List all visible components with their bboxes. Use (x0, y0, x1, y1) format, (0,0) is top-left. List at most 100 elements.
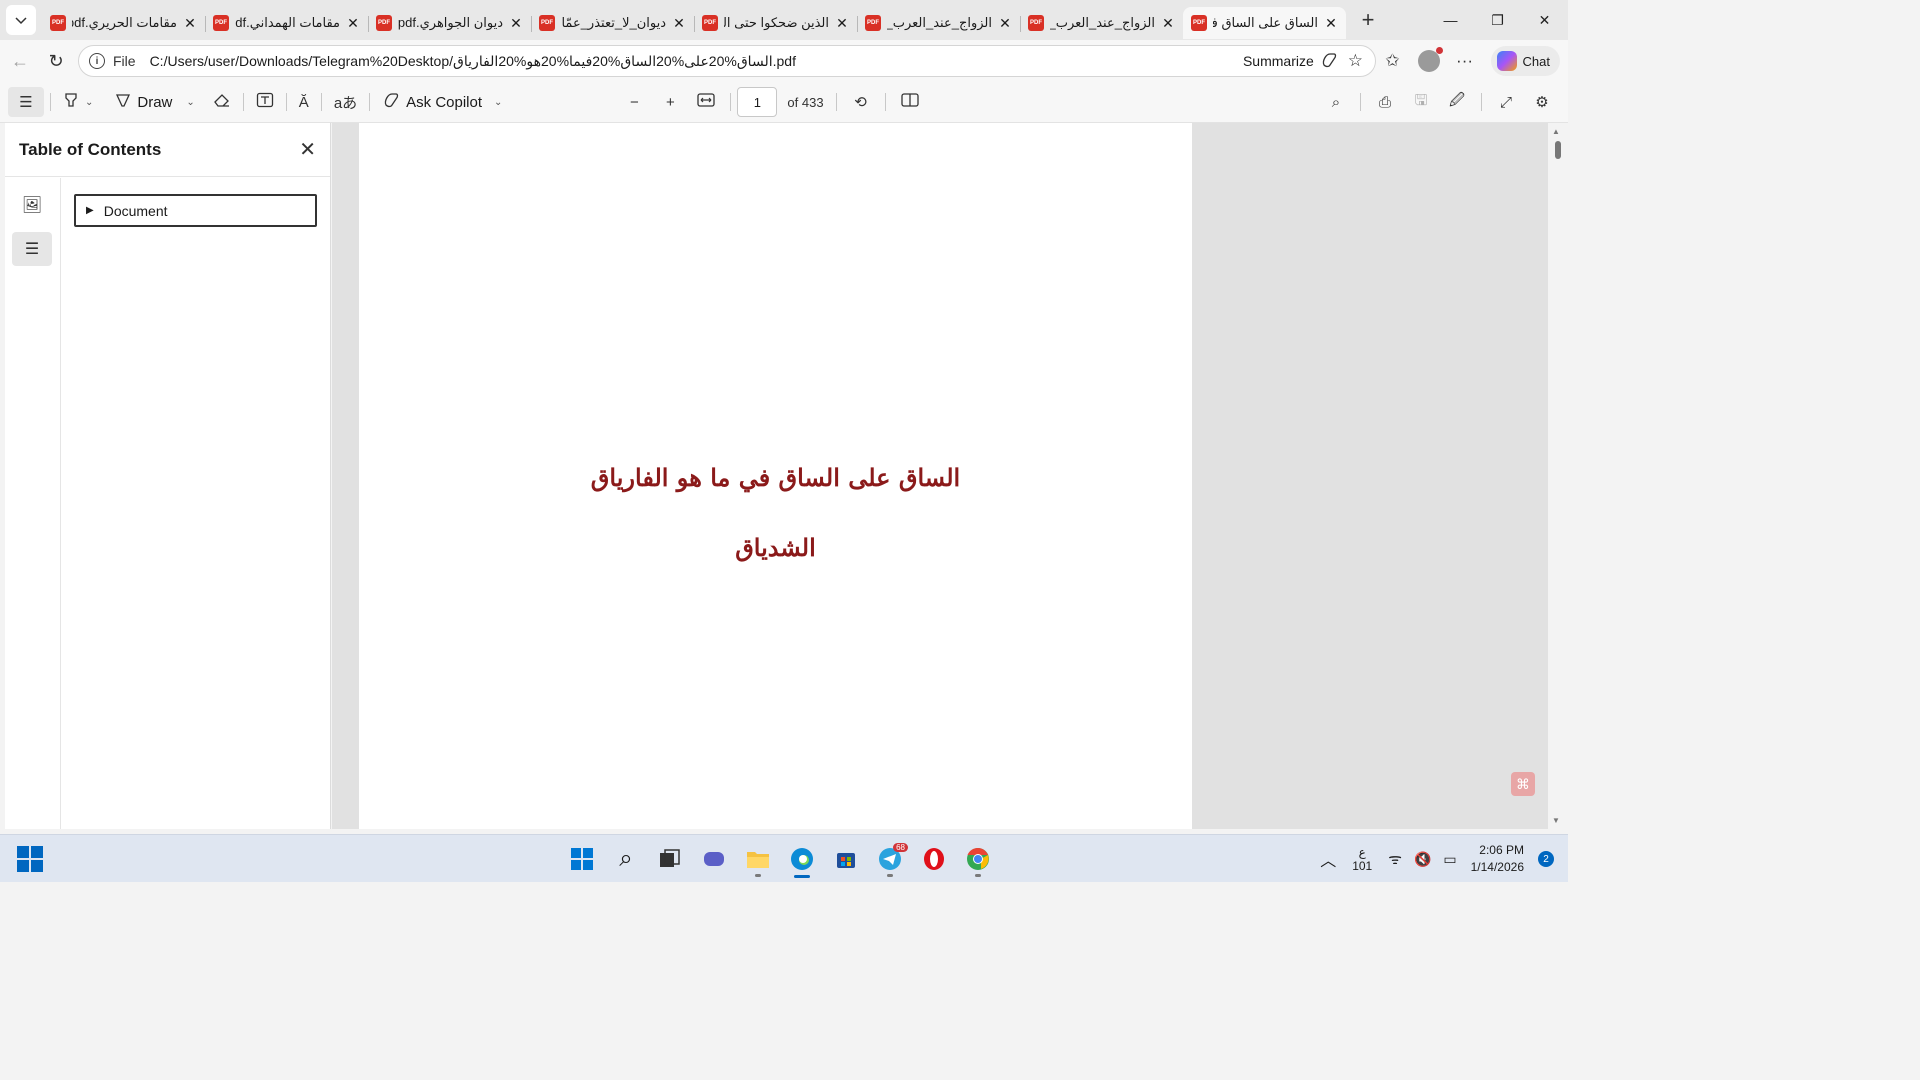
scroll-down-icon[interactable]: ▼ (1552, 816, 1560, 825)
address-input[interactable]: i File C:/Users/user/Downloads/Telegram%… (78, 45, 1376, 77)
pdf-file-icon: PDF (1028, 15, 1044, 31)
page-number-input[interactable]: 1 (737, 87, 778, 117)
taskbar: ⌕ 68 ︿ ع 101 ᯤ 🔇 ▭ 2:06 PM 1/14/2026 2 (0, 834, 1568, 882)
edge-app[interactable] (780, 839, 824, 879)
fit-to-width-button[interactable] (688, 87, 724, 117)
pdf-file-icon: PDF (539, 15, 555, 31)
minimize-button[interactable]: — (1427, 0, 1474, 40)
highlighter-icon (63, 92, 79, 112)
battery-button[interactable]: ▭ (1437, 851, 1462, 868)
read-aloud-button[interactable]: Ă (293, 87, 315, 117)
page-view-button[interactable] (892, 87, 928, 117)
table-of-contents-button[interactable]: ☰ (8, 87, 44, 117)
highlight-button[interactable]: ⌄ (57, 87, 99, 117)
copilot-chat-button[interactable]: Chat (1490, 46, 1560, 76)
zoom-in-button[interactable]: + (652, 87, 688, 117)
summarize-button[interactable]: Summarize ☆ (1243, 46, 1363, 76)
close-tab-icon[interactable]: ✕ (509, 15, 523, 32)
file-explorer-app[interactable] (736, 839, 780, 879)
rotate-button[interactable]: ⟲ (843, 87, 879, 117)
print-button[interactable]: ⎙ (1367, 87, 1403, 117)
close-window-button[interactable]: ✕ (1521, 0, 1568, 40)
save-as-button[interactable]: 🖉 (1439, 87, 1475, 117)
draw-button[interactable]: Draw ⌄ (109, 87, 200, 117)
telegram-app[interactable]: 68 (868, 839, 912, 879)
url-text[interactable]: C:/Users/user/Downloads/Telegram%20Deskt… (150, 53, 796, 70)
browser-tab[interactable]: PDF الذين ضحكوا حتى الـ ✕ (694, 7, 857, 39)
adobe-acrobat-icon[interactable]: ⌘ (1511, 772, 1535, 796)
chrome-app[interactable] (956, 839, 1000, 879)
browser-tab[interactable]: PDF ديوان_لا_تعتذر_عمّا فـ ✕ (531, 7, 694, 39)
vertical-scrollbar[interactable]: ▲ ▼ (1548, 123, 1568, 829)
browser-tab[interactable]: PDF مقامات الحريري.pdf ✕ (42, 7, 205, 39)
browser-tab[interactable]: PDF ديوان الجواهري.pdf ✕ (368, 7, 531, 39)
back-button[interactable]: ← (2, 43, 38, 79)
opera-app[interactable] (912, 839, 956, 879)
fullscreen-button[interactable]: ⤢ (1488, 87, 1524, 117)
document-viewport[interactable]: الساق على الساق في ما هو الفارياق الشديا… (332, 123, 1548, 829)
scrollbar-thumb[interactable] (1555, 141, 1561, 159)
search-button[interactable]: ⌕ (1318, 87, 1354, 117)
browser-tab[interactable]: PDF مقامات الهمداني.pdf ✕ (205, 7, 368, 39)
close-tab-icon[interactable]: ✕ (835, 15, 849, 32)
refresh-button[interactable]: ↻ (38, 43, 74, 79)
ellipsis-icon: ··· (1456, 51, 1474, 70)
clock[interactable]: 2:06 PM 1/14/2026 (1463, 842, 1532, 876)
restore-button[interactable]: ❐ (1474, 0, 1521, 40)
new-tab-button[interactable]: + (1352, 4, 1384, 36)
close-tab-icon[interactable]: ✕ (672, 15, 686, 32)
search-app[interactable]: ⌕ (604, 839, 648, 879)
profile-button[interactable] (1411, 43, 1447, 79)
zoom-out-button[interactable]: − (616, 87, 652, 117)
scroll-up-icon[interactable]: ▲ (1552, 127, 1560, 136)
more-menu-button[interactable]: ··· (1447, 43, 1483, 79)
start-menu-app[interactable] (560, 839, 604, 879)
close-icon[interactable]: ✕ (299, 137, 316, 162)
erase-button[interactable] (207, 87, 237, 117)
thumbnails-button[interactable]: 🖼 (12, 188, 52, 222)
close-tab-icon[interactable]: ✕ (998, 15, 1012, 32)
tab-title: الساق على الساق في (1213, 15, 1318, 30)
info-icon[interactable]: i (89, 53, 105, 69)
favorites-button[interactable]: ✩ (1375, 43, 1411, 79)
gear-icon: ⚙ (1535, 94, 1549, 111)
start-button[interactable] (17, 846, 43, 872)
notification-center-badge[interactable]: 2 (1538, 851, 1554, 867)
image-icon: 🖼 (21, 197, 43, 214)
notification-count: 2 (1543, 853, 1549, 865)
list-icon: ☰ (24, 241, 40, 258)
close-tab-icon[interactable]: ✕ (1324, 15, 1338, 32)
fit-width-icon (697, 93, 716, 111)
refresh-icon: ↻ (48, 50, 64, 71)
task-view-app[interactable] (648, 839, 692, 879)
favorite-star-icon[interactable]: ☆ (1348, 51, 1363, 71)
teams-app[interactable] (692, 839, 736, 879)
notification-badge: 68 (893, 843, 908, 852)
input-language-indicator[interactable]: ع 101 (1342, 845, 1382, 873)
show-hidden-icons-button[interactable]: ︿ (1314, 847, 1342, 871)
outline-button[interactable]: ☰ (12, 232, 52, 266)
browser-tab[interactable]: PDF الزواج_عند_العرب_في ✕ (1020, 7, 1183, 39)
plus-icon: + (666, 93, 675, 111)
tab-actions-menu-button[interactable] (6, 5, 36, 35)
add-text-button[interactable] (250, 87, 280, 117)
save-button[interactable]: 🖫 (1403, 87, 1439, 117)
volume-button[interactable]: 🔇 (1408, 851, 1437, 868)
close-tab-icon[interactable]: ✕ (1161, 15, 1175, 32)
settings-button[interactable]: ⚙ (1524, 87, 1560, 117)
close-tab-icon[interactable]: ✕ (346, 15, 360, 32)
caret-right-icon: ▶ (86, 205, 94, 216)
browser-tab[interactable]: PDF الزواج_عند_العرب_في ✕ (857, 7, 1020, 39)
toc-item-document[interactable]: ▶ Document (74, 194, 317, 227)
browser-tab[interactable]: PDF الساق على الساق في ✕ (1183, 7, 1346, 39)
network-button[interactable]: ᯤ (1382, 849, 1408, 869)
ask-copilot-button[interactable]: Ask Copilot ⌄ (376, 87, 508, 117)
translate-button[interactable]: aあ (328, 87, 363, 117)
divider (50, 93, 51, 111)
battery-icon: ▭ (1443, 850, 1457, 867)
close-tab-icon[interactable]: ✕ (183, 15, 197, 32)
divider (835, 93, 837, 111)
copilot-icon (1496, 51, 1517, 71)
copilot-outline-icon (1320, 51, 1338, 72)
store-app[interactable] (824, 839, 868, 879)
